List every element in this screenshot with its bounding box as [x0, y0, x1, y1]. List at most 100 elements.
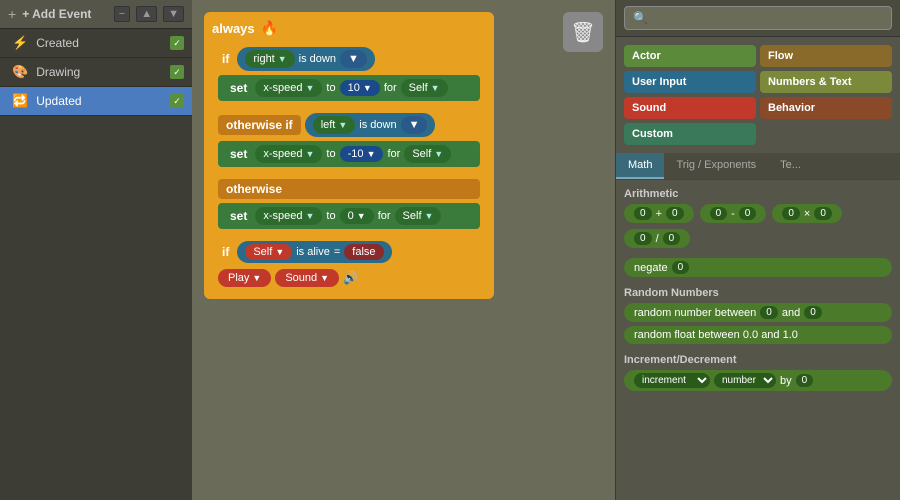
right-label: right [253, 53, 274, 65]
random-int-block[interactable]: random number between 0 and 0 [624, 303, 892, 322]
sound-pill[interactable]: Sound ▼ [275, 269, 339, 287]
self-arrow-1: ▼ [431, 83, 440, 93]
is-down-label-2: is down [359, 119, 396, 131]
down-button[interactable]: ▼ [163, 6, 184, 22]
if-condition-alive[interactable]: Self ▼ is alive = false [237, 241, 391, 263]
cat-sound-button[interactable]: Sound [624, 97, 756, 119]
set-xspeed-neg10: set x-speed ▼ to -10 ▼ for Self ▼ [218, 141, 480, 167]
cat-actor-button[interactable]: Actor [624, 45, 756, 67]
xspeed-arrow-1: ▼ [305, 83, 314, 93]
minus-button[interactable]: − [114, 6, 130, 22]
add-block[interactable]: 0 + 0 [624, 204, 694, 223]
increment-select[interactable]: increment decrement [634, 373, 710, 388]
number-select[interactable]: number [714, 373, 776, 388]
add-num1: 0 [634, 207, 652, 220]
set-label-3: set [226, 207, 251, 225]
self-select-2[interactable]: Self ▼ [404, 145, 451, 163]
set-xspeed-10: set x-speed ▼ to 10 ▼ for Self ▼ [218, 75, 480, 101]
sidebar-item-updated[interactable]: 🔁 Updated ✓ [0, 87, 192, 116]
sound-label: Sound [285, 272, 317, 284]
sidebar-item-drawing[interactable]: 🎨 Drawing ✓ [0, 58, 192, 87]
plus-icon: + [8, 6, 16, 22]
set-label-2: set [226, 145, 251, 163]
updated-icon: 🔁 [12, 93, 28, 109]
increment-title: Increment/Decrement [624, 354, 892, 366]
cat-numbers-button[interactable]: Numbers & Text [760, 71, 892, 93]
false-label: false [352, 246, 375, 258]
add-event-header[interactable]: + + Add Event − ▲ ▼ [0, 0, 192, 29]
mul-num1: 0 [782, 207, 800, 220]
mul-num2: 0 [814, 207, 832, 220]
increment-block[interactable]: increment decrement number by 0 [624, 370, 892, 391]
otherwise-label: otherwise [218, 179, 480, 199]
self-arrow-3: ▼ [425, 211, 434, 221]
cat-custom-button[interactable]: Custom [624, 123, 756, 145]
flame-icon: 🔥 [261, 20, 278, 37]
val-arrow-1: ▼ [363, 83, 372, 93]
if-condition-left[interactable]: left ▼ is down ▼ [305, 113, 436, 137]
cat-flow-button[interactable]: Flow [760, 45, 892, 67]
subtract-block[interactable]: 0 - 0 [700, 204, 767, 223]
self-pill-arrow: ▼ [275, 247, 284, 257]
equals-text: = [334, 246, 340, 258]
sidebar-item-created[interactable]: ⚡ Created ✓ [0, 29, 192, 58]
false-pill[interactable]: false [344, 244, 383, 260]
set-xspeed-0: set x-speed ▼ to 0 ▼ for Self ▼ [218, 203, 480, 229]
divide-block[interactable]: 0 / 0 [624, 229, 690, 248]
is-down-select-2[interactable]: ▼ [401, 116, 428, 134]
val-0-pill[interactable]: 0 ▼ [340, 208, 374, 224]
tab-text[interactable]: Te... [768, 153, 813, 179]
negate-block[interactable]: negate 0 [624, 258, 892, 277]
play-pill[interactable]: Play ▼ [218, 269, 271, 287]
cat-behavior-button[interactable]: Behavior [760, 97, 892, 119]
div-num2: 0 [663, 232, 681, 245]
sound-arrow: ▼ [320, 273, 329, 283]
speaker-icon: 🔊 [343, 271, 358, 285]
mul-op: × [804, 208, 810, 220]
if-condition-right[interactable]: right ▼ is down ▼ [237, 47, 375, 71]
xspeed-select-1[interactable]: x-speed ▼ [255, 79, 322, 97]
right-select[interactable]: right ▼ [245, 50, 294, 68]
div-num1: 0 [634, 232, 652, 245]
main-canvas: 🗑 always 🔥 if right ▼ is down ▼ [192, 0, 615, 500]
to-label-1: to [326, 82, 335, 94]
always-block: always 🔥 if right ▼ is down ▼ se [204, 12, 494, 299]
search-input[interactable] [624, 6, 892, 30]
created-check: ✓ [170, 36, 184, 50]
up-button[interactable]: ▲ [136, 6, 157, 22]
random-float-label: random float between 0.0 and 1.0 [634, 329, 798, 341]
blocks-list: Arithmetic 0 + 0 0 - 0 0 × 0 0 [616, 180, 900, 500]
by-label: by [780, 375, 792, 387]
tabs-row: Math Trig / Exponents Te... [616, 153, 900, 180]
updated-check: ✓ [170, 94, 184, 108]
random-int-and: and [782, 307, 800, 319]
is-down-select[interactable]: ▼ [340, 50, 367, 68]
val-neg10-pill[interactable]: -10 ▼ [340, 146, 384, 162]
self-select-3[interactable]: Self ▼ [395, 207, 442, 225]
sub-num1: 0 [710, 207, 728, 220]
drawing-check: ✓ [170, 65, 184, 79]
always-header: always 🔥 [212, 18, 486, 39]
self-pill[interactable]: Self ▼ [245, 244, 292, 260]
random-int-min: 0 [760, 306, 778, 319]
tab-math[interactable]: Math [616, 153, 664, 179]
category-grid: Actor Flow User Input Numbers & Text Sou… [616, 37, 900, 153]
to-label-3: to [326, 210, 335, 222]
random-float-block[interactable]: random float between 0.0 and 1.0 [624, 326, 892, 344]
otherwise-text: otherwise [226, 182, 282, 196]
created-label: Created [36, 36, 162, 50]
self-select-1[interactable]: Self ▼ [401, 79, 448, 97]
trash-button[interactable]: 🗑 [563, 12, 603, 52]
xspeed-label-1: x-speed [263, 82, 302, 94]
val-10-pill[interactable]: 10 ▼ [340, 80, 380, 96]
multiply-block[interactable]: 0 × 0 [772, 204, 842, 223]
val-0: 0 [348, 210, 354, 222]
tab-trig[interactable]: Trig / Exponents [664, 153, 768, 179]
xspeed-select-2[interactable]: x-speed ▼ [255, 145, 322, 163]
xspeed-select-3[interactable]: x-speed ▼ [255, 207, 322, 225]
xspeed-label-3: x-speed [263, 210, 302, 222]
random-title: Random Numbers [624, 287, 892, 299]
updated-label: Updated [36, 94, 162, 108]
cat-user-input-button[interactable]: User Input [624, 71, 756, 93]
left-select[interactable]: left ▼ [313, 116, 356, 134]
